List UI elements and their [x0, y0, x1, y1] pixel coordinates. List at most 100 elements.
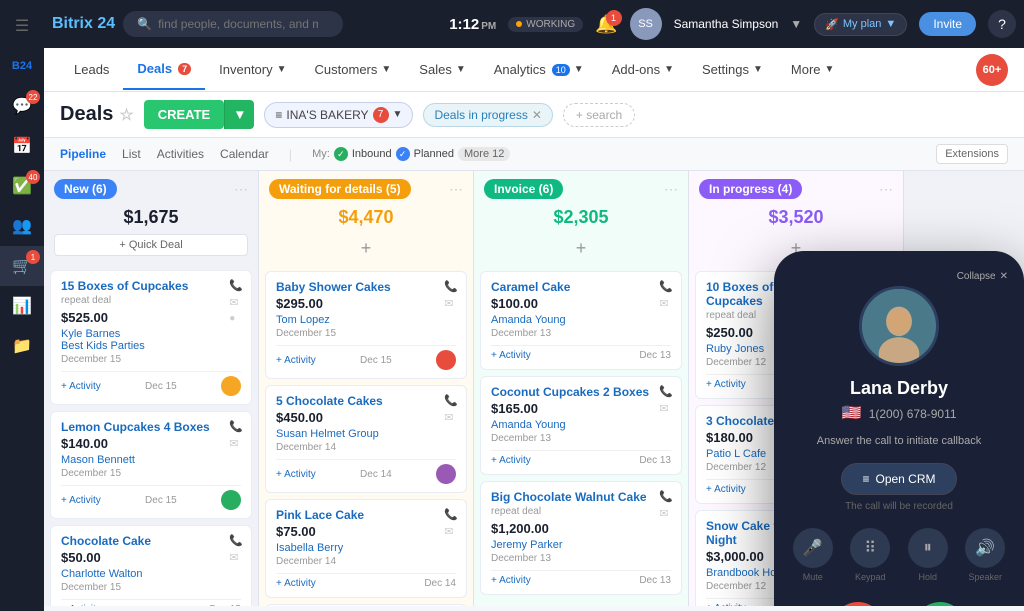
email-icon-i3[interactable]: ✉ — [659, 507, 673, 520]
phone-icon-3[interactable]: 📞 — [229, 534, 243, 547]
phone-icon-w3[interactable]: 📞 — [444, 508, 458, 521]
nav-item-settings[interactable]: Settings ▼ — [688, 50, 777, 89]
email-icon-w2[interactable]: ✉ — [444, 411, 458, 424]
col-menu-progress-icon[interactable]: ⋯ — [879, 181, 893, 198]
create-dropdown-button[interactable]: ▼ — [224, 100, 254, 129]
email-icon-i2[interactable]: ✉ — [659, 402, 673, 415]
card-title-i3[interactable]: Big Chocolate Walnut Cake — [491, 490, 671, 504]
card-title-i1[interactable]: Caramel Cake — [491, 280, 671, 294]
end-call-button[interactable] — [832, 602, 884, 606]
add-activity-p2[interactable]: + Activity — [706, 484, 746, 495]
col-menu-waiting-icon[interactable]: ⋯ — [449, 181, 463, 198]
myplan-button[interactable]: 🚀 My plan ▼ — [814, 13, 907, 36]
collapse-button[interactable]: Collapse ✕ — [957, 271, 1008, 282]
sidebar-item-logo[interactable]: B24 — [0, 46, 44, 86]
card-title-i2[interactable]: Coconut Cupcakes 2 Boxes — [491, 385, 671, 399]
card-title-3[interactable]: Chocolate Cake — [61, 534, 241, 548]
card-contact-i3[interactable]: Jeremy Parker — [491, 539, 671, 551]
add-waiting-btn[interactable]: + — [269, 234, 463, 263]
col-menu-icon[interactable]: ⋯ — [234, 181, 248, 198]
card-title[interactable]: 15 Boxes of Cupcakes — [61, 279, 241, 293]
add-activity-w2[interactable]: + Activity — [276, 469, 316, 480]
add-activity-w1[interactable]: + Activity — [276, 355, 316, 366]
subtoolbar-calendar[interactable]: Calendar — [220, 144, 269, 164]
card-contact-i2[interactable]: Amanda Young — [491, 419, 671, 431]
subtoolbar-pipeline[interactable]: Pipeline — [60, 144, 106, 164]
answer-call-button[interactable] — [914, 602, 966, 606]
status-close-icon[interactable]: ✕ — [532, 108, 542, 122]
card-company[interactable]: Best Kids Parties — [61, 340, 241, 352]
card-more-icon[interactable]: ● — [229, 313, 243, 324]
nav-item-customers[interactable]: Customers ▼ — [301, 50, 406, 89]
phone-icon-i1[interactable]: 📞 — [659, 280, 673, 293]
sidebar-item-calendar[interactable]: 📅 — [0, 126, 44, 166]
nav-item-sales[interactable]: Sales ▼ — [405, 50, 479, 89]
email-icon-w1[interactable]: ✉ — [444, 297, 458, 310]
add-activity-i1[interactable]: + Activity — [491, 350, 531, 361]
help-button[interactable]: ? — [988, 10, 1016, 38]
add-activity-i3[interactable]: + Activity — [491, 575, 531, 586]
email-icon-3[interactable]: ✉ — [229, 551, 243, 564]
search-input[interactable] — [158, 17, 318, 31]
phone-icon-i2[interactable]: 📞 — [659, 385, 673, 398]
status-tag[interactable]: Deals in progress ✕ — [423, 103, 552, 127]
card-title-w1[interactable]: Baby Shower Cakes — [276, 280, 456, 294]
extensions-button[interactable]: Extensions — [936, 144, 1008, 164]
more-tag[interactable]: More 12 — [458, 147, 510, 161]
phone-icon-w2[interactable]: 📞 — [444, 394, 458, 407]
ctrl-speaker[interactable]: 🔊 Speaker — [963, 528, 1009, 582]
sidebar-item-drive[interactable]: 📁 — [0, 326, 44, 366]
star-icon[interactable]: ☆ — [119, 105, 133, 125]
card-title-w3[interactable]: Pink Lace Cake — [276, 508, 456, 522]
nav-item-inventory[interactable]: Inventory ▼ — [205, 50, 300, 89]
nav-item-more[interactable]: More ▼ — [777, 50, 849, 89]
working-status[interactable]: WORKING — [508, 17, 583, 32]
ctrl-keypad[interactable]: ⠿ Keypad — [848, 528, 894, 582]
nav-item-addons[interactable]: Add-ons ▼ — [598, 50, 688, 89]
quick-deal-button[interactable]: + Quick Deal — [54, 234, 248, 256]
add-activity-link[interactable]: + Activity — [61, 381, 101, 392]
email-icon-i1[interactable]: ✉ — [659, 297, 673, 310]
add-activity-i2[interactable]: + Activity — [491, 455, 531, 466]
phone-icon[interactable]: 📞 — [229, 279, 243, 292]
nav-item-analytics[interactable]: Analytics 10 ▼ — [480, 50, 598, 89]
notification-icon-right[interactable]: 60+ — [976, 54, 1008, 86]
add-activity-p1[interactable]: + Activity — [706, 379, 746, 390]
nav-item-deals[interactable]: Deals 7 — [123, 49, 205, 90]
ctrl-mute[interactable]: 🎤 Mute — [790, 528, 836, 582]
sidebar-item-tasks[interactable]: ✅ 40 — [0, 166, 44, 206]
sidebar-item-chat[interactable]: 💬 22 — [0, 86, 44, 126]
nav-item-leads[interactable]: Leads — [60, 50, 123, 89]
card-contact-w3[interactable]: Isabella Berry — [276, 542, 456, 554]
card-contact[interactable]: Kyle Barnes — [61, 328, 241, 340]
email-icon[interactable]: ✉ — [229, 296, 243, 309]
card-contact-i1[interactable]: Amanda Young — [491, 314, 671, 326]
subtoolbar-activities[interactable]: Activities — [157, 144, 204, 164]
sidebar-item-crm[interactable]: 🛒 1 — [0, 246, 44, 286]
card-contact-w1[interactable]: Tom Lopez — [276, 314, 456, 326]
sidebar-item-analytics[interactable]: 📊 — [0, 286, 44, 326]
open-crm-button[interactable]: ≡ Open CRM — [841, 463, 956, 495]
sidebar-item-contacts[interactable]: 👥 — [0, 206, 44, 246]
card-contact-2[interactable]: Mason Bennett — [61, 454, 241, 466]
card-contact-3[interactable]: Charlotte Walton — [61, 568, 241, 580]
sidebar-item-menu[interactable]: ☰ — [0, 6, 44, 46]
ctrl-hold[interactable]: ⏸ Hold — [905, 528, 951, 582]
add-activity-link-2[interactable]: + Activity — [61, 495, 101, 506]
email-icon-w3[interactable]: ✉ — [444, 525, 458, 538]
search-pill[interactable]: + search — [563, 103, 635, 127]
subtoolbar-list[interactable]: List — [122, 144, 141, 164]
search-bar[interactable]: 🔍 — [123, 11, 343, 37]
add-activity-link-3[interactable]: + Activity — [61, 604, 101, 606]
card-title-2[interactable]: Lemon Cupcakes 4 Boxes — [61, 420, 241, 434]
phone-icon-w1[interactable]: 📞 — [444, 280, 458, 293]
phone-icon-2[interactable]: 📞 — [229, 420, 243, 433]
email-icon-2[interactable]: ✉ — [229, 437, 243, 450]
card-title-w2[interactable]: 5 Chocolate Cakes — [276, 394, 456, 408]
invite-button[interactable]: Invite — [919, 12, 976, 36]
add-invoice-btn[interactable]: + — [484, 234, 678, 263]
card-contact-w2[interactable]: Susan Helmet Group — [276, 428, 456, 440]
filter-tag[interactable]: ≡ INA'S BAKERY 7 ▼ — [264, 102, 413, 128]
create-button[interactable]: CREATE — [144, 100, 224, 129]
add-activity-p3[interactable]: + Activity — [706, 603, 746, 606]
